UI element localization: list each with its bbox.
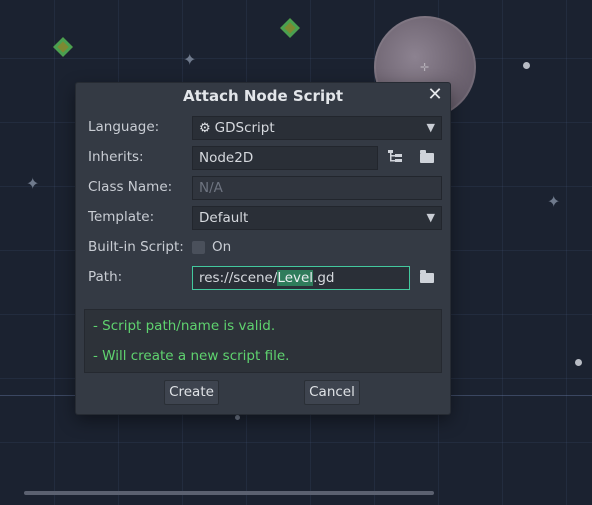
- attach-node-script-dialog: Attach Node Script ✕ Language: ⚙ GDScript…: [76, 83, 450, 414]
- path-selection: Level: [277, 270, 314, 286]
- builtin-script-label: Built-in Script:: [88, 239, 184, 255]
- builtin-script-row: Built-in Script: On: [88, 235, 442, 261]
- class-name-input[interactable]: N/A: [192, 176, 442, 200]
- star-dot: [575, 359, 582, 366]
- inherits-input[interactable]: Node2D: [192, 146, 378, 170]
- language-row: Language: ⚙ GDScript ▼: [88, 115, 442, 141]
- folder-icon[interactable]: [418, 149, 436, 165]
- close-icon[interactable]: ✕: [426, 85, 444, 105]
- template-label: Template:: [88, 209, 155, 225]
- builtin-script-checkbox[interactable]: [192, 241, 205, 254]
- folder-glyph: [420, 150, 434, 163]
- pivot-marker-icon: ✛: [420, 61, 430, 74]
- folder-icon[interactable]: [418, 269, 436, 285]
- status-path-valid: - Script path/name is valid.: [93, 318, 276, 334]
- chevron-down-icon: ▼: [426, 121, 435, 134]
- validation-status-panel: - Script path/name is valid. - Will crea…: [84, 309, 442, 373]
- chevron-down-icon: ▼: [426, 211, 435, 224]
- path-input[interactable]: res://scene/Level.gd: [192, 266, 410, 290]
- sparkle-icon: ✦: [26, 174, 40, 193]
- cancel-button[interactable]: Cancel: [304, 380, 360, 405]
- gear-icon: ⚙: [199, 121, 211, 136]
- class-name-label: Class Name:: [88, 179, 173, 195]
- status-new-file: - Will create a new script file.: [93, 348, 290, 364]
- template-value: Default: [199, 210, 249, 226]
- path-label: Path:: [88, 269, 123, 285]
- create-button[interactable]: Create: [164, 380, 219, 405]
- path-row: Path: res://scene/Level.gd: [88, 265, 442, 291]
- class-name-row: Class Name: N/A: [88, 175, 442, 201]
- language-select[interactable]: ⚙ GDScript ▼: [192, 116, 442, 140]
- sparkle-icon: ✦: [183, 50, 197, 69]
- inherits-label: Inherits:: [88, 149, 144, 165]
- node-tree-icon[interactable]: [386, 149, 404, 165]
- language-value: GDScript: [214, 120, 275, 136]
- template-select[interactable]: Default ▼: [192, 206, 442, 230]
- horizontal-scrollbar[interactable]: [24, 491, 434, 495]
- star-dot: [235, 415, 240, 420]
- sparkle-icon: ✦: [547, 192, 561, 211]
- language-label: Language:: [88, 119, 160, 135]
- folder-glyph: [420, 270, 434, 283]
- template-row: Template: Default ▼: [88, 205, 442, 231]
- path-prefix: res://scene/: [199, 270, 278, 286]
- inherits-row: Inherits: Node2D: [88, 145, 442, 171]
- path-suffix: .gd: [313, 270, 335, 286]
- dialog-title: Attach Node Script: [183, 87, 343, 105]
- star-dot: [523, 62, 530, 69]
- builtin-on-label[interactable]: On: [212, 239, 231, 255]
- tree-glyph: [388, 150, 402, 162]
